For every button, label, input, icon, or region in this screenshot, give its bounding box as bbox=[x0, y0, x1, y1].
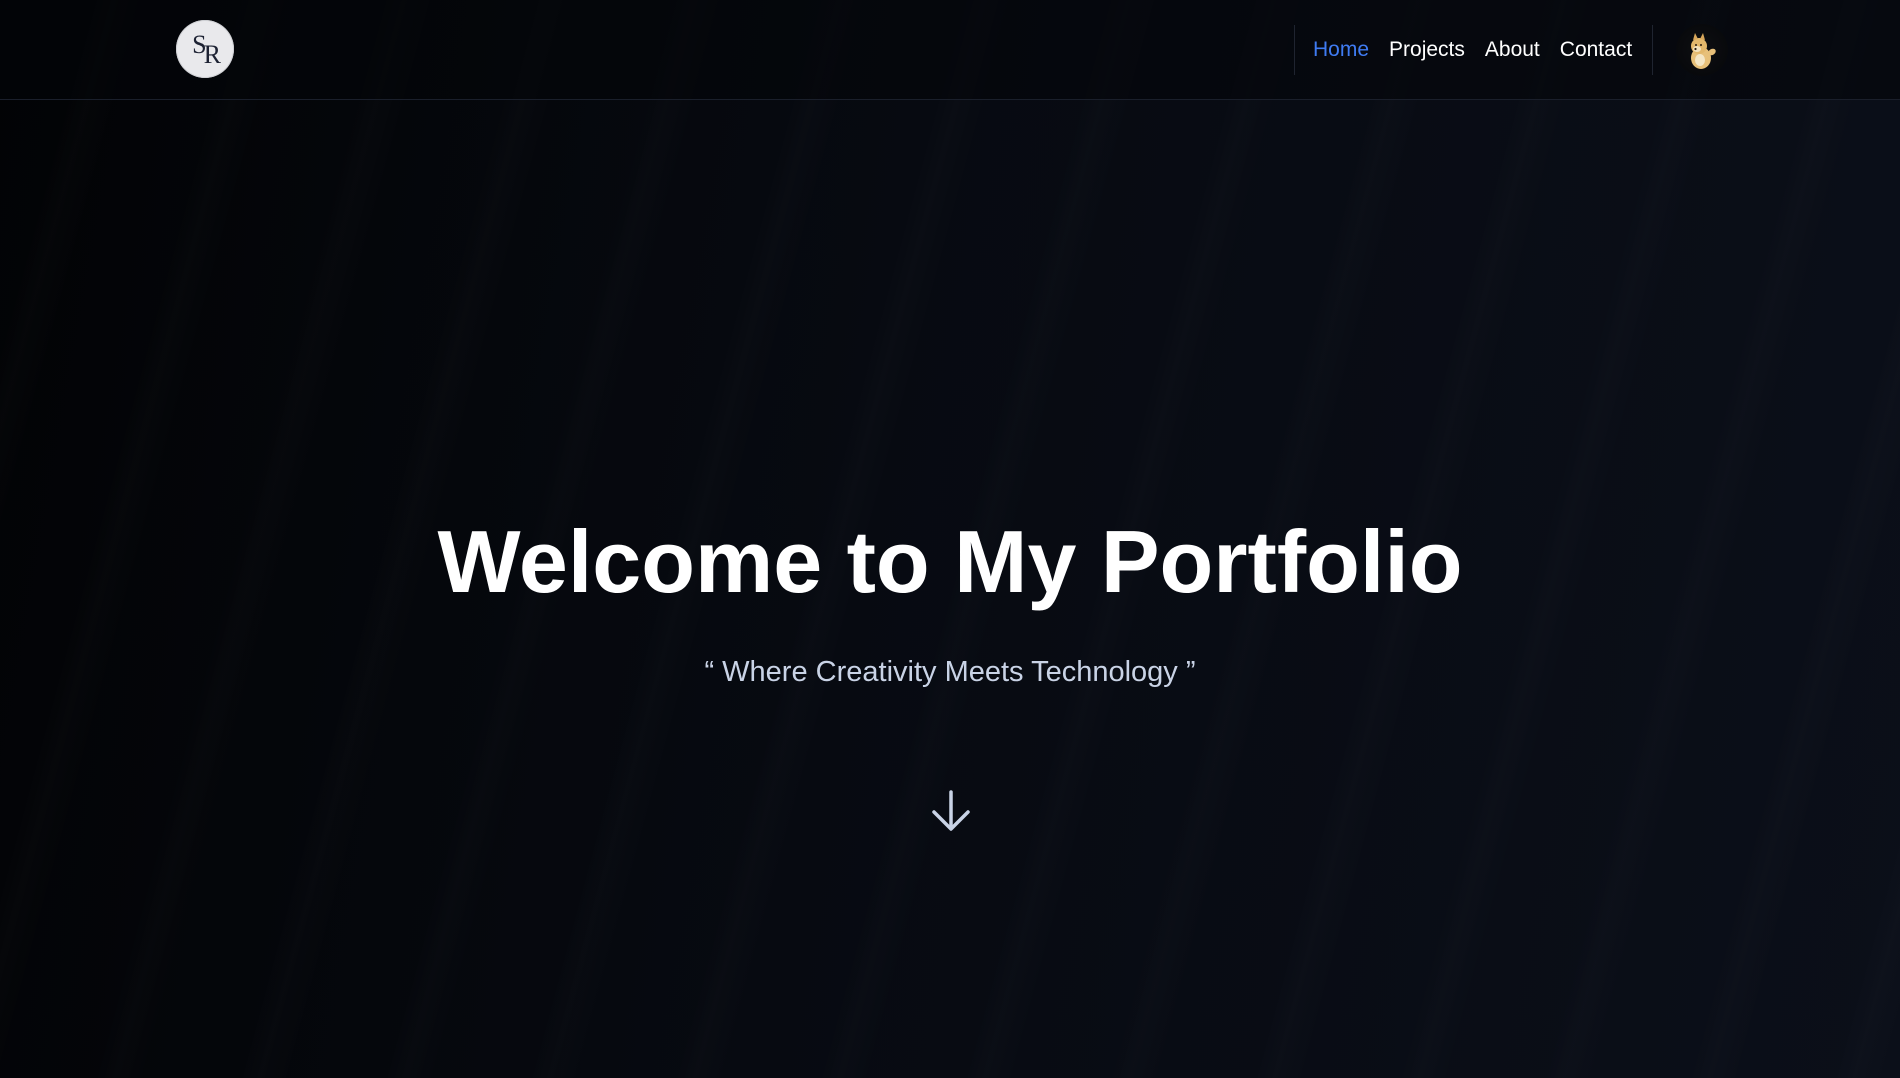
top-navbar: SR Home Projects About Contact bbox=[0, 0, 1900, 100]
page: SR Home Projects About Contact Welcome t… bbox=[0, 0, 1900, 1078]
site-logo[interactable]: SR bbox=[176, 20, 234, 78]
nav-link-about[interactable]: About bbox=[1485, 38, 1540, 62]
main-nav: Home Projects About Contact bbox=[1294, 25, 1654, 75]
nav-link-contact[interactable]: Contact bbox=[1560, 38, 1632, 62]
hero-subtitle: “ Where Creativity Meets Technology ” bbox=[704, 656, 1196, 688]
doge-avatar-image bbox=[1691, 33, 1716, 69]
doge-avatar-icon[interactable] bbox=[1676, 24, 1728, 76]
logo-monogram: SR bbox=[192, 30, 221, 69]
nav-link-home[interactable]: Home bbox=[1313, 38, 1369, 62]
hero-title: Welcome to My Portfolio bbox=[437, 512, 1463, 611]
nav-link-projects[interactable]: Projects bbox=[1389, 38, 1465, 62]
arrow-down-icon-graphic bbox=[932, 790, 970, 831]
arrow-down-icon[interactable] bbox=[927, 786, 975, 836]
